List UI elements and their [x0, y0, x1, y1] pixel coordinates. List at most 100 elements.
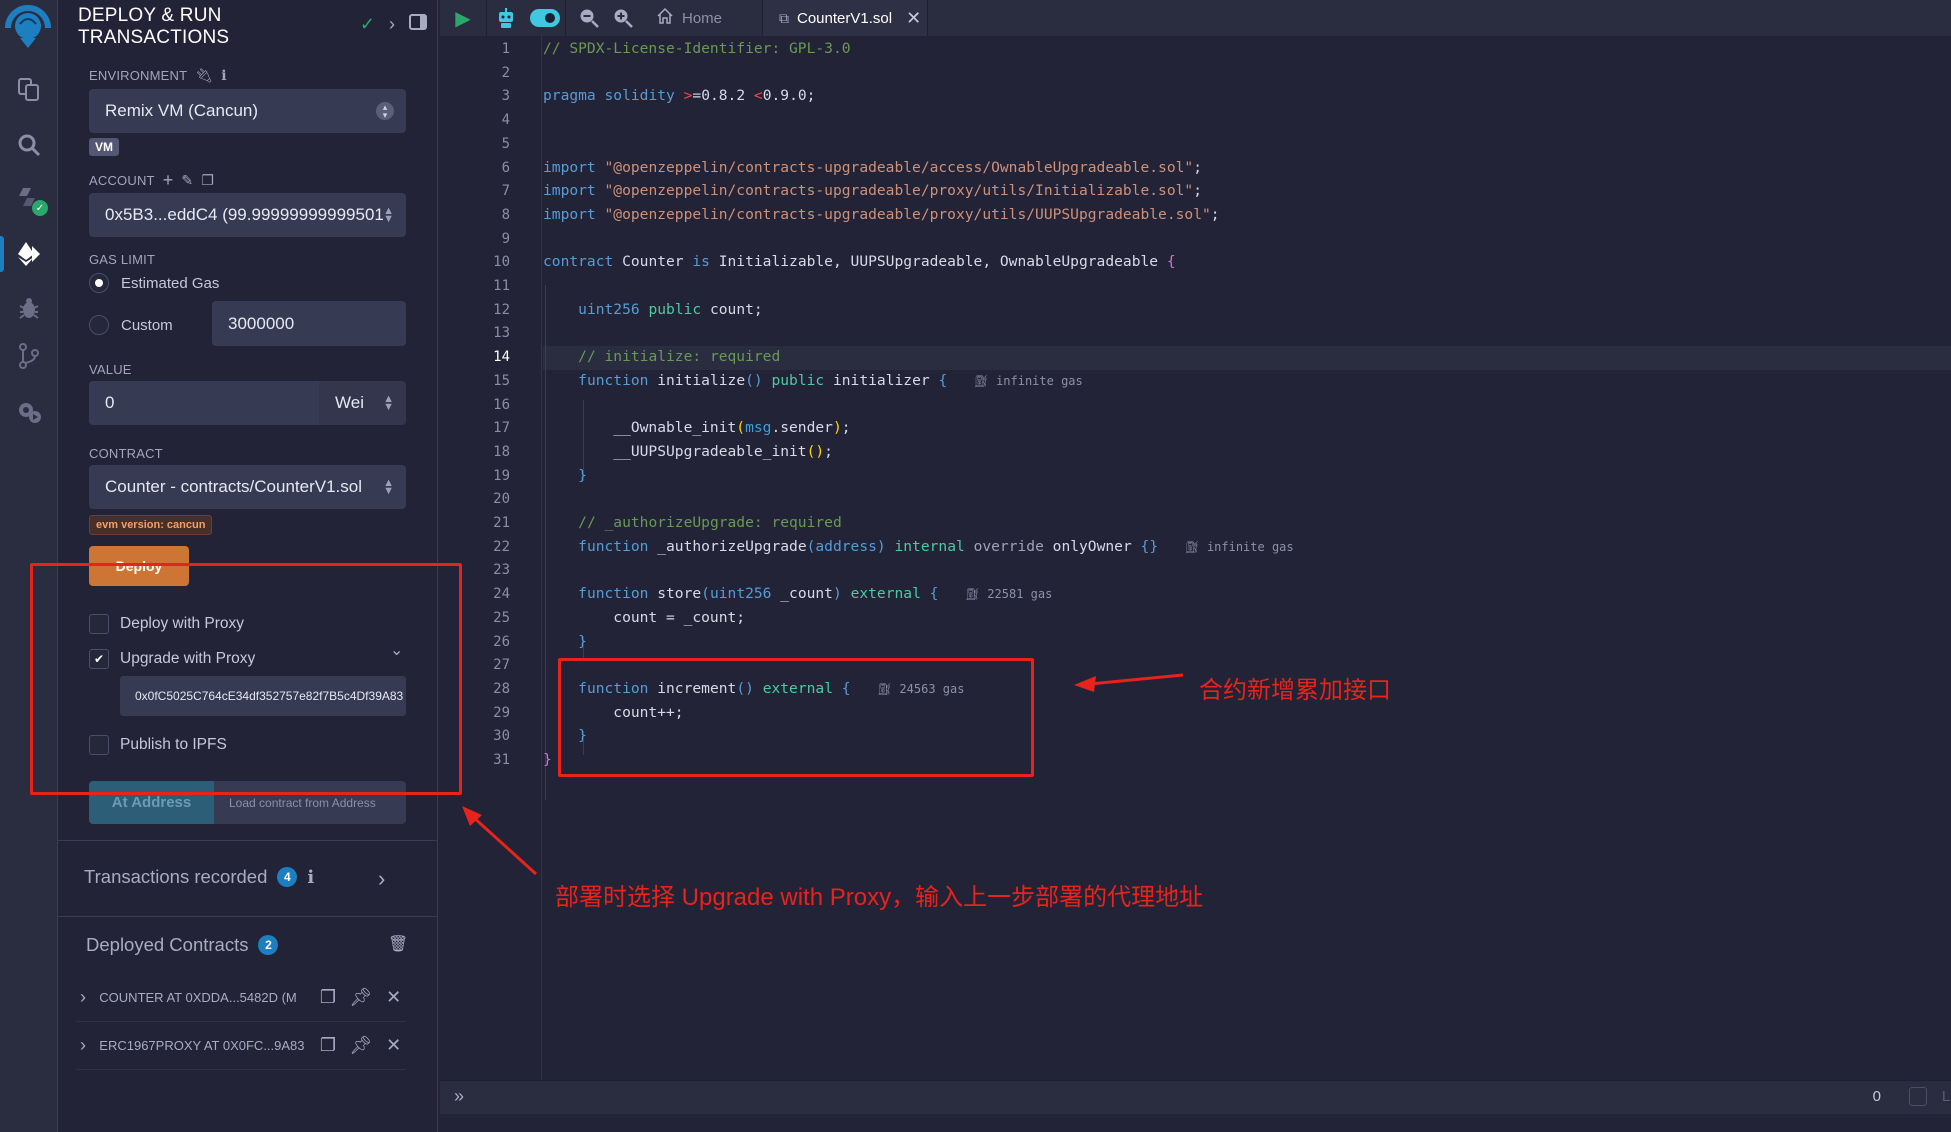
- chevron-right-icon[interactable]: ›: [80, 1035, 99, 1056]
- solidity-file-icon: ⧉: [779, 9, 789, 26]
- status-bar: » 0 Lis: [440, 1080, 1951, 1114]
- environment-label-text: ENVIRONMENT: [89, 68, 188, 83]
- account-label-text: ACCOUNT: [89, 173, 155, 188]
- value-amount: 0: [105, 393, 115, 412]
- deploy-run-icon[interactable]: [0, 232, 58, 276]
- toggle-terminal-icon[interactable]: »: [454, 1086, 464, 1107]
- account-value: 0x5B3...eddC4 (99.99999999999501: [105, 205, 384, 224]
- line-number: 7: [501, 183, 510, 200]
- radio-on-icon: [89, 273, 109, 293]
- search-icon[interactable]: [0, 123, 58, 167]
- info-icon[interactable]: i: [307, 867, 314, 888]
- line-number: 15: [493, 372, 510, 389]
- pending-count: 0: [1872, 1088, 1881, 1105]
- remix-logo-icon[interactable]: [2, 4, 54, 50]
- vm-badge: VM: [89, 138, 119, 156]
- code-editor[interactable]: 1 2 3 4 5 6 7 8 9 10 11 12 13 14 15 16 17 18 19 20 21 22 23 24 2…: [440, 36, 1951, 1080]
- close-icon[interactable]: ✕: [377, 987, 410, 1008]
- ai-robot-icon[interactable]: [487, 0, 525, 36]
- zoom-out-icon[interactable]: [572, 0, 606, 36]
- gas-estimated-radio[interactable]: Estimated Gas: [89, 273, 219, 293]
- plug-icon[interactable]: 🔌︎: [195, 67, 213, 84]
- check-icon: ✓: [359, 14, 375, 34]
- line-number: 17: [493, 420, 510, 437]
- chevron-right-icon[interactable]: ›: [389, 14, 395, 35]
- panel-title: DEPLOY & RUN TRANSACTIONS: [78, 5, 229, 49]
- file-explorer-icon[interactable]: [0, 68, 58, 112]
- zoom-in-icon[interactable]: [606, 0, 640, 36]
- current-line-highlight: [543, 346, 1951, 370]
- panel-title-line1: DEPLOY & RUN: [78, 5, 222, 26]
- line-number: 4: [501, 112, 510, 129]
- line-number: 6: [501, 159, 510, 176]
- environment-value: Remix VM (Cancun): [105, 101, 259, 120]
- line-number: 21: [493, 515, 510, 531]
- environment-select[interactable]: Remix VM (Cancun) ▴ ▾: [89, 89, 406, 133]
- copy-icon[interactable]: ❐: [201, 172, 214, 189]
- account-select[interactable]: 0x5B3...eddC4 (99.99999999999501 ▲ ▼: [89, 193, 406, 237]
- contract-label: CONTRACT: [89, 446, 163, 461]
- value-input[interactable]: 0: [89, 381, 319, 425]
- divider: [76, 1069, 406, 1070]
- select-arrows-icon: ▲ ▼: [383, 393, 394, 413]
- editor-tab-bar: ▶ Home ⧉ CounterV1.sol ✕: [440, 0, 1951, 36]
- copy-icon[interactable]: ❐: [312, 987, 345, 1008]
- info-icon[interactable]: i: [221, 68, 227, 84]
- line-number: 10: [493, 254, 510, 271]
- tab-counterv1[interactable]: ⧉ CounterV1.sol ✕: [763, 0, 927, 36]
- listen-checkbox[interactable]: [1909, 1087, 1927, 1106]
- chevron-right-icon[interactable]: ›: [80, 987, 99, 1008]
- close-icon[interactable]: ✕: [377, 1035, 410, 1056]
- line-number: 3: [501, 88, 510, 105]
- tab-counterv1-label: CounterV1.sol: [797, 9, 893, 27]
- pin-icon[interactable]: 📌︎: [344, 987, 377, 1008]
- line-number: 20: [493, 491, 510, 508]
- deployed-contracts-label: Deployed Contracts: [86, 934, 249, 955]
- line-number: 2: [501, 64, 510, 81]
- ai-toggle-switch[interactable]: [525, 0, 565, 36]
- toggle-panel-icon[interactable]: [409, 14, 427, 35]
- deployed-contract-row[interactable]: › ERC1967PROXY AT 0X0FC...9A83 ❐ 📌︎ ✕: [80, 1023, 410, 1067]
- contract-select[interactable]: Counter - contracts/CounterV1.sol ▲ ▼: [89, 465, 406, 509]
- indent-guide: [545, 285, 546, 800]
- debugger-bug-icon[interactable]: [0, 286, 58, 330]
- tab-home[interactable]: Home: [640, 0, 762, 36]
- tab-home-label: Home: [682, 9, 723, 27]
- line-number: 16: [493, 396, 510, 413]
- deployed-contract-name: ERC1967PROXY AT 0X0FC...9A83: [99, 1037, 305, 1053]
- divider: [58, 916, 438, 917]
- deployed-count-badge: 2: [258, 935, 279, 955]
- line-number: 14: [493, 349, 510, 366]
- value-unit-select[interactable]: Wei ▲ ▼: [319, 381, 406, 425]
- solidity-compiler-icon[interactable]: ✓: [0, 178, 58, 222]
- annotation-increment-note: 合约新增累加接口: [1199, 677, 1391, 704]
- pin-icon[interactable]: 📌︎: [344, 1035, 377, 1056]
- select-arrows-icon: ▲ ▼: [383, 205, 394, 225]
- edit-icon[interactable]: ✎: [181, 172, 193, 189]
- deployed-contract-name: COUNTER AT 0XDDA...5482D (M: [99, 989, 297, 1005]
- gas-custom-radio[interactable]: Custom: [89, 315, 173, 335]
- transactions-recorded-header[interactable]: Transactions recorded 4 i: [84, 866, 314, 888]
- close-tab-icon[interactable]: ✕: [906, 8, 921, 29]
- line-number: 19: [493, 467, 510, 484]
- gas-estimated-label: Estimated Gas: [121, 274, 220, 292]
- gas-custom-label: Custom: [121, 316, 173, 334]
- git-branch-icon[interactable]: [0, 334, 58, 378]
- plugin-settings-icon[interactable]: [0, 390, 58, 434]
- divider: [927, 0, 928, 36]
- gas-limit-label: GAS LIMIT: [89, 252, 156, 267]
- deployed-contract-row[interactable]: › COUNTER AT 0XDDA...5482D (M ❐ 📌︎ ✕: [80, 975, 410, 1019]
- environment-label: ENVIRONMENT 🔌︎ i: [89, 67, 227, 84]
- line-number: 5: [501, 135, 510, 152]
- line-number: 8: [501, 206, 510, 223]
- gas-limit-input[interactable]: 3000000: [212, 301, 406, 346]
- line-number: 22: [493, 538, 510, 555]
- trash-icon[interactable]: 🗑︎: [388, 934, 408, 954]
- line-number: 18: [493, 443, 510, 460]
- copy-icon[interactable]: ❐: [312, 1035, 345, 1056]
- plus-icon[interactable]: +: [163, 170, 174, 191]
- chevron-right-icon[interactable]: ›: [378, 866, 385, 892]
- run-script-icon[interactable]: ▶: [440, 0, 486, 36]
- transactions-count-badge: 4: [277, 867, 298, 887]
- contract-value: Counter - contracts/CounterV1.sol: [105, 477, 363, 496]
